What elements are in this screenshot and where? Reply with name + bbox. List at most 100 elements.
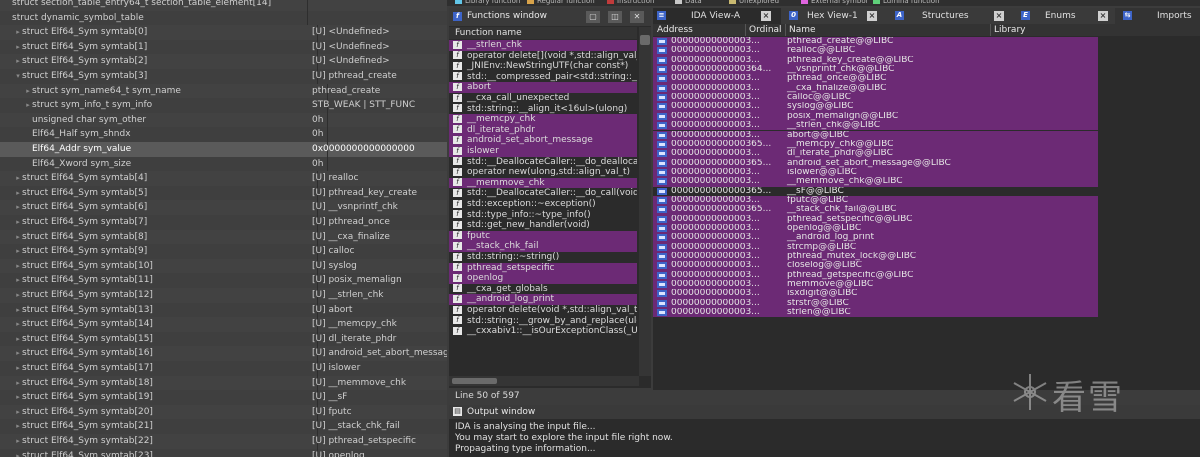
struct-row[interactable]: ▸ struct Elf64_Sym symtab[13] [U] abort bbox=[0, 302, 447, 318]
struct-row[interactable]: ▸ struct Elf64_Sym symtab[8] [U] __cxa_fin… bbox=[0, 229, 447, 245]
function-row[interactable]: f android_set_abort_message bbox=[449, 135, 637, 146]
chevron-right-icon[interactable]: ▸ bbox=[14, 288, 22, 303]
struct-row[interactable]: ▸ struct Elf64_Sym symtab[16] [U] android_… bbox=[0, 346, 447, 361]
struct-row[interactable]: ▸ struct sym_info_t sym_info STB_WEAK | ST… bbox=[0, 98, 447, 113]
function-row[interactable]: f std::exception::~exception() bbox=[449, 199, 637, 210]
import-row[interactable]: 00000000000003... isxdigit@@LIBC bbox=[653, 289, 1098, 299]
import-row[interactable]: 00000000000003... __memmove_chk@@LIBC bbox=[653, 177, 1098, 187]
chevron-right-icon[interactable]: ▸ bbox=[14, 419, 22, 434]
struct-row[interactable]: ▸ struct Elf64_Sym symtab[17] [U] islower bbox=[0, 361, 447, 376]
function-row[interactable]: f operator delete[](void *,std::align_val… bbox=[449, 51, 637, 62]
import-row[interactable]: 00000000000003... __android_log_print bbox=[653, 233, 1098, 243]
chevron-right-icon[interactable]: ▸ bbox=[24, 84, 32, 99]
function-row[interactable]: f std::string::~string() bbox=[449, 252, 637, 263]
chevron-right-icon[interactable]: ▸ bbox=[14, 215, 22, 230]
chevron-right-icon[interactable]: ▸ bbox=[14, 346, 22, 361]
struct-row[interactable]: ▸ struct Elf64_Sym symtab[6] [U] __vsnprin… bbox=[0, 200, 447, 215]
import-row[interactable]: 00000000000003... memmove@@LIBC bbox=[653, 280, 1098, 290]
function-row[interactable]: f operator delete(void *,std::align_val_t… bbox=[449, 305, 637, 316]
function-row[interactable]: f islower bbox=[449, 146, 637, 157]
struct-row[interactable]: ▸ struct Elf64_Sym symtab[4] [U] realloc bbox=[0, 171, 447, 186]
chevron-right-icon[interactable]: ▸ bbox=[14, 376, 22, 391]
struct-row[interactable]: ▸ struct Elf64_Sym symtab[23] [U] openlog bbox=[0, 448, 447, 457]
close-icon[interactable]: × bbox=[867, 11, 877, 21]
chevron-right-icon[interactable]: ▸ bbox=[14, 230, 22, 245]
struct-row[interactable]: ▸ struct Elf64_Sym symtab[10] [U] syslog bbox=[0, 258, 447, 274]
close-icon[interactable]: × bbox=[1098, 11, 1108, 21]
struct-row[interactable]: ▸ struct Elf64_Sym symtab[1] [U] <Undefine… bbox=[0, 39, 447, 55]
import-row[interactable]: 00000000000003... calloc@@LIBC bbox=[653, 93, 1098, 103]
chevron-right-icon[interactable]: ▸ bbox=[14, 40, 22, 55]
function-row[interactable]: f std::__compressed_pair<std::string::__r… bbox=[449, 72, 637, 83]
chevron-right-icon[interactable]: ▸ bbox=[14, 54, 22, 69]
struct-row[interactable]: ▸ struct Elf64_Sym symtab[21] [U] __stack_… bbox=[0, 419, 447, 434]
function-row[interactable]: f std::string::__align_it<16ul>(ulong) bbox=[449, 104, 637, 115]
column-separator[interactable] bbox=[785, 24, 786, 36]
function-row[interactable]: f std::string::__grow_by_and_replace(ulon… bbox=[449, 316, 637, 327]
import-row[interactable]: 00000000000003... realloc@@LIBC bbox=[653, 46, 1098, 56]
chevron-right-icon[interactable]: ▸ bbox=[14, 361, 22, 376]
chevron-right-icon[interactable]: ▸ bbox=[14, 200, 22, 215]
close-icon[interactable]: × bbox=[761, 11, 771, 21]
function-name-header[interactable]: Function name bbox=[449, 27, 637, 39]
function-row[interactable]: f std::get_new_handler(void) bbox=[449, 220, 637, 231]
chevron-right-icon[interactable]: ▸ bbox=[14, 171, 22, 186]
struct-row[interactable]: ▸ struct Elf64_Sym symtab[7] [U] pthread_o… bbox=[0, 215, 447, 230]
struct-row[interactable]: ▸ struct Elf64_Sym symtab[2] [U] <Undefine… bbox=[0, 54, 447, 69]
close-icon[interactable]: ✕ bbox=[630, 11, 644, 23]
function-row[interactable]: f __android_log_print bbox=[449, 294, 637, 305]
tab-ida-view-a[interactable]: ≡ IDA View-A × bbox=[653, 8, 781, 24]
function-row[interactable]: f operator new(ulong,std::align_val_t) bbox=[449, 167, 637, 178]
import-row[interactable]: 0000000000000365... android_set_abort_mes… bbox=[653, 158, 1098, 168]
column-separator[interactable] bbox=[745, 24, 746, 36]
import-row[interactable]: 00000000000003... syslog@@LIBC bbox=[653, 102, 1098, 112]
struct-row[interactable]: Elf64_Xword sym_size 0h bbox=[0, 156, 447, 172]
function-row[interactable]: f __memmove_chk bbox=[449, 177, 637, 189]
struct-row[interactable]: ▸ struct Elf64_Sym symtab[19] [U] __sF bbox=[0, 390, 447, 405]
import-row[interactable]: 00000000000003... __cxa_finalize@@LIBC bbox=[653, 83, 1098, 94]
struct-row[interactable]: ▸ struct Elf64_Sym symtab[12] [U] __strlen… bbox=[0, 288, 447, 303]
ordinal-column-header[interactable]: Ordinal bbox=[749, 24, 782, 36]
vertical-scrollbar[interactable] bbox=[639, 27, 651, 376]
struct-row[interactable]: ▸ struct Elf64_Sym symtab[22] [U] pthread_… bbox=[0, 434, 447, 449]
scroll-thumb[interactable] bbox=[452, 378, 497, 384]
function-row[interactable]: f __cxxabiv1::__isOurExceptionClass(_Unwi… bbox=[449, 326, 637, 337]
function-row[interactable]: f openlog bbox=[449, 273, 637, 284]
chevron-right-icon[interactable]: ▸ bbox=[14, 273, 22, 288]
tab-hex-view[interactable]: 0 Hex View-1 × bbox=[785, 8, 889, 24]
struct-row[interactable]: ▸ struct Elf64_Sym symtab[14] [U] __memcpy… bbox=[0, 317, 447, 332]
import-row[interactable]: 00000000000003... openlog@@LIBC bbox=[653, 224, 1098, 234]
chevron-right-icon[interactable]: ▸ bbox=[14, 25, 22, 40]
import-row[interactable]: 00000000000003... dl_iterate_phdr@@LIBC bbox=[653, 149, 1098, 159]
tab-structures[interactable]: A Structures × bbox=[891, 8, 1015, 24]
struct-row[interactable]: ▸ struct Elf64_Sym symtab[11] [U] posix_me… bbox=[0, 273, 447, 288]
import-row[interactable]: 0000000000000365... __sF@@LIBC bbox=[653, 186, 1098, 196]
close-icon[interactable]: × bbox=[994, 11, 1004, 21]
struct-row[interactable]: Elf64_Half sym_shndx 0h bbox=[0, 127, 447, 142]
chevron-down-icon[interactable]: ▾ bbox=[14, 69, 22, 84]
scroll-thumb[interactable] bbox=[640, 35, 650, 45]
function-row[interactable]: f __strlen_chk bbox=[449, 40, 637, 51]
import-row[interactable]: 00000000000003... __strlen_chk@@LIBC bbox=[653, 121, 1098, 131]
struct-row[interactable]: ▸ struct Elf64_Sym symtab[5] [U] pthread_k… bbox=[0, 185, 447, 201]
chevron-right-icon[interactable]: ▸ bbox=[24, 98, 32, 113]
struct-row[interactable]: struct dynamic_symbol_table bbox=[0, 10, 447, 26]
import-row[interactable]: 00000000000003... closelog@@LIBC bbox=[653, 261, 1098, 271]
function-row[interactable]: f __stack_chk_fail bbox=[449, 241, 637, 252]
output-window[interactable]: IDA is analysing the input file... You m… bbox=[449, 419, 1200, 457]
chevron-right-icon[interactable]: ▸ bbox=[14, 332, 22, 347]
import-row[interactable]: 00000000000003... strlen@@LIBC bbox=[653, 308, 1098, 318]
function-row[interactable]: f fputc bbox=[449, 230, 637, 242]
name-column-header[interactable]: Name bbox=[789, 24, 816, 36]
address-column-header[interactable]: Address bbox=[657, 24, 693, 36]
function-row[interactable]: f _JNIEnv::NewStringUTF(char const*) bbox=[449, 61, 637, 72]
library-column-header[interactable]: Library bbox=[994, 24, 1025, 36]
struct-row[interactable]: ▸ struct Elf64_Sym symtab[9] [U] calloc bbox=[0, 244, 447, 259]
chevron-right-icon[interactable]: ▸ bbox=[14, 390, 22, 405]
import-row[interactable]: 00000000000003... islower@@LIBC bbox=[653, 167, 1098, 178]
import-row[interactable]: 00000000000003... fputc@@LIBC bbox=[653, 195, 1098, 206]
tab-imports[interactable]: ⇆ Imports bbox=[1115, 8, 1200, 24]
chevron-right-icon[interactable]: ▸ bbox=[14, 434, 22, 449]
function-row[interactable]: f std::type_info::~type_info() bbox=[449, 210, 637, 221]
struct-row[interactable]: Elf64_Addr sym_value 0x0000000000000000 bbox=[0, 142, 447, 157]
